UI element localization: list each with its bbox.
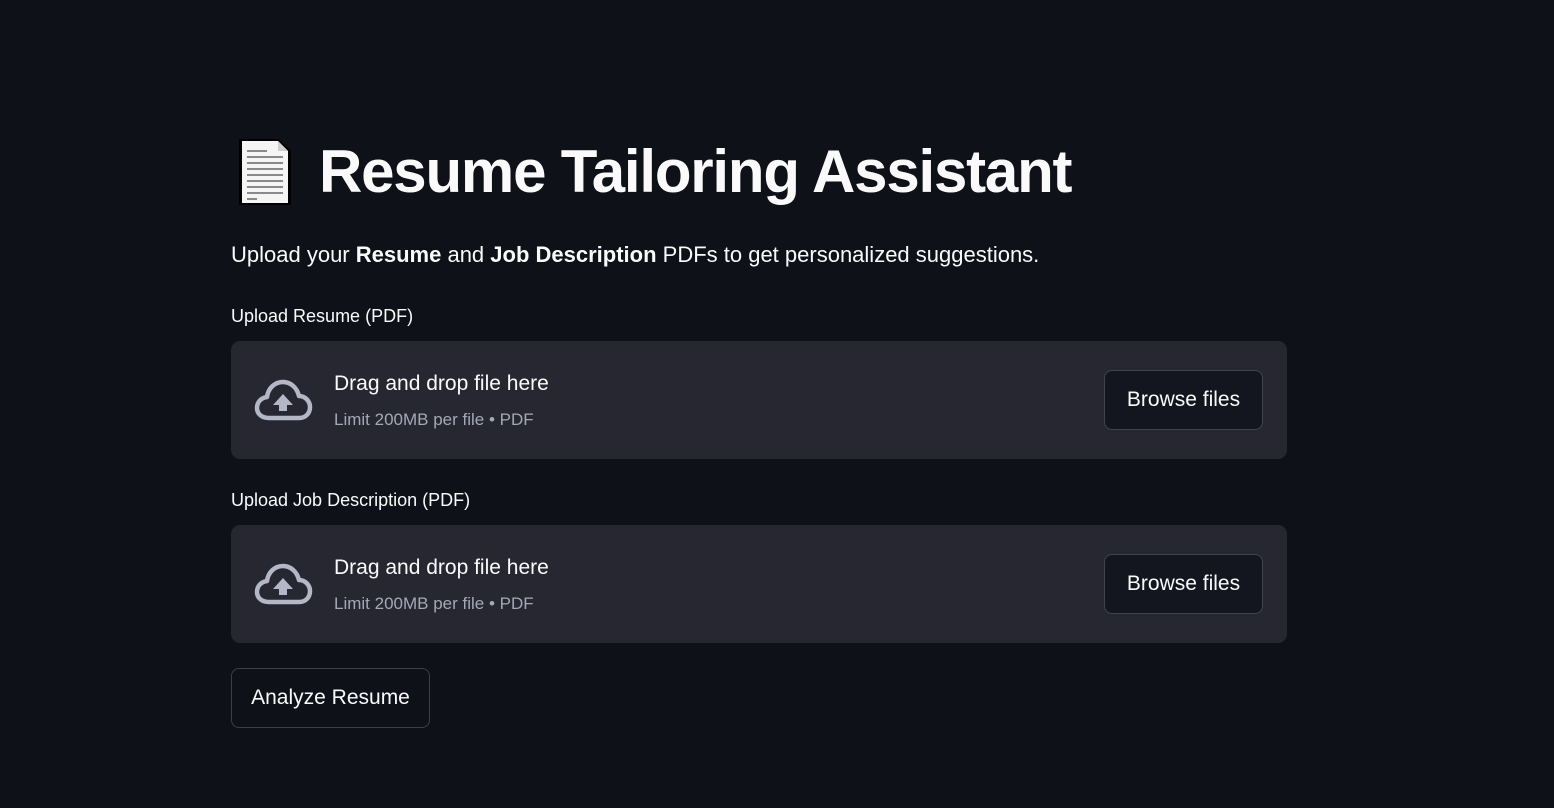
resume-dropzone[interactable]: Drag and drop file here Limit 200MB per … [231, 341, 1287, 459]
analyze-resume-button[interactable]: Analyze Resume [231, 668, 430, 728]
resume-limit-text: Limit 200MB per file • PDF [334, 410, 534, 429]
page-facing-up-icon [239, 139, 291, 205]
intro-bold-resume: Resume [355, 242, 442, 267]
intro-prefix: Upload your [231, 242, 356, 267]
job-dropzone[interactable]: Drag and drop file here Limit 200MB per … [231, 525, 1287, 643]
resume-drop-text: Drag and drop file here [334, 372, 549, 395]
job-drop-text: Drag and drop file here [334, 556, 549, 579]
intro-middle: and [441, 242, 491, 267]
intro-text: Upload your Resume and Job Description P… [231, 240, 1039, 270]
page-title: Resume Tailoring Assistant [319, 138, 1073, 205]
job-limit-text: Limit 200MB per file • PDF [334, 594, 534, 613]
job-browse-button[interactable]: Browse files [1104, 554, 1263, 614]
job-upload-label: Upload Job Description (PDF) [231, 490, 471, 510]
resume-browse-button[interactable]: Browse files [1104, 370, 1263, 430]
page-header: Resume Tailoring Assistant [237, 133, 1073, 211]
cloud-upload-icon [254, 563, 313, 605]
intro-suffix: PDFs to get personalized suggestions. [656, 242, 1040, 267]
cloud-upload-icon [254, 379, 313, 421]
intro-bold-job-description: Job Description [490, 242, 657, 267]
resume-upload-label: Upload Resume (PDF) [231, 306, 414, 326]
